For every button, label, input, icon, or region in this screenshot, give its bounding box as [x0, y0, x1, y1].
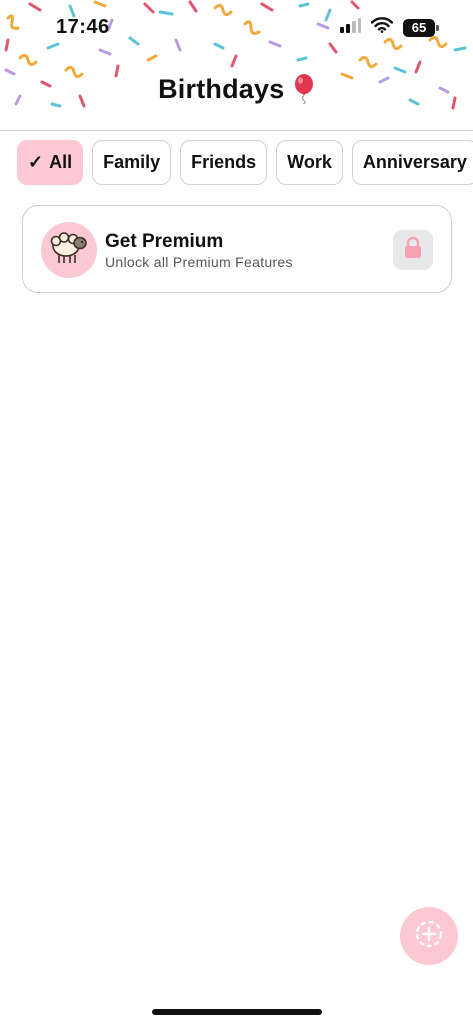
balloon-icon: [293, 74, 315, 109]
battery-icon: 65: [403, 18, 439, 37]
home-indicator: [152, 1009, 322, 1015]
lock-button[interactable]: [393, 230, 433, 270]
filter-chip-label: Work: [287, 152, 332, 172]
premium-card[interactable]: Get Premium Unlock all Premium Features: [22, 205, 452, 293]
premium-subtitle: Unlock all Premium Features: [105, 254, 293, 270]
add-circle-icon: [413, 918, 445, 955]
premium-title: Get Premium: [105, 231, 224, 252]
signal-icon: [339, 17, 361, 38]
page-header: Birthdays: [0, 74, 473, 109]
status-icons: 65: [339, 17, 439, 38]
filter-chip-anniversary[interactable]: Anniversary: [351, 140, 473, 185]
filter-chips: ✓ All Family Friends Work Anniversary: [17, 140, 473, 186]
status-time: 17:46: [56, 16, 110, 38]
filter-chip-friends[interactable]: Friends: [180, 140, 268, 185]
filter-chip-all[interactable]: ✓ All: [17, 140, 84, 185]
filter-chip-work[interactable]: Work: [276, 140, 343, 185]
add-birthday-button[interactable]: [400, 907, 458, 965]
filter-chip-label: Family: [103, 152, 161, 172]
avatar: [41, 222, 97, 278]
filter-chip-label: Anniversary: [362, 152, 467, 172]
lock-icon: [403, 236, 423, 265]
filter-chip-label: Friends: [191, 152, 257, 172]
filter-chip-family[interactable]: Family: [92, 140, 172, 185]
wifi-icon: [370, 17, 394, 38]
checkmark-icon: ✓: [28, 152, 44, 172]
status-bar: 17:46 65: [0, 0, 473, 56]
header-divider: [0, 130, 473, 131]
sheep-icon: [49, 231, 89, 270]
page-title: Birthdays: [158, 74, 285, 104]
filter-chip-label: All: [49, 152, 73, 172]
